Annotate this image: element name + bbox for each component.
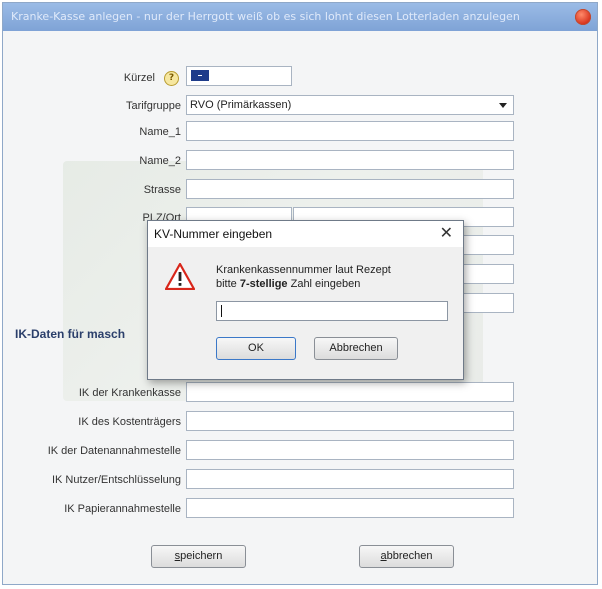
ik-papier-input[interactable] — [186, 498, 514, 518]
close-icon[interactable] — [575, 9, 591, 25]
title-bar: Kranke-Kasse anlegen - nur der Herrgott … — [3, 3, 597, 31]
kv-number-dialog: KV-Nummer eingeben ✕ Krankenkassennummer… — [147, 220, 464, 380]
name2-input[interactable] — [186, 150, 514, 170]
dialog-message-line1: Krankenkassennummer laut Rezept — [216, 264, 391, 276]
ik-kostentraeger-label: IK des Kostenträgers — [78, 416, 181, 428]
name1-label: Name_1 — [139, 126, 181, 138]
name2-label: Name_2 — [139, 155, 181, 167]
ik-papier-label: IK Papierannahmestelle — [64, 503, 181, 515]
tarifgruppe-label: Tarifgruppe — [125, 100, 181, 112]
ok-button[interactable]: OK — [216, 337, 296, 360]
dialog-message: Krankenkassennummer laut Rezept bitte 7-… — [216, 263, 391, 291]
ik-nutzer-label: IK Nutzer/Entschlüsselung — [51, 474, 181, 486]
section-ik-heading: IK-Daten für masch — [15, 327, 126, 341]
strasse-label: Strasse — [143, 184, 181, 196]
ik-krankenkasse-label: IK der Krankenkasse — [78, 387, 181, 399]
ik-datenannahme-input[interactable] — [186, 440, 514, 460]
tarifgruppe-value: RVO (Primärkassen) — [190, 99, 292, 111]
help-icon[interactable]: ? — [164, 71, 179, 86]
save-button[interactable]: speichern — [151, 545, 246, 568]
kuerzel-label: Kürzel — [123, 72, 155, 84]
kuerzel-input[interactable] — [186, 66, 292, 86]
dialog-message-line2: bitte 7-stellige Zahl eingeben — [216, 278, 361, 290]
kv-number-input[interactable] — [216, 301, 448, 321]
close-icon[interactable]: ✕ — [440, 224, 453, 244]
ik-kostentraeger-input[interactable] — [186, 411, 514, 431]
kuerzel-selection — [191, 70, 209, 81]
text-caret — [221, 305, 222, 317]
chevron-down-icon — [499, 103, 507, 108]
dialog-title-bar: KV-Nummer eingeben ✕ — [148, 221, 463, 247]
dialog-cancel-button[interactable]: Abbrechen — [314, 337, 398, 360]
name1-input[interactable] — [186, 121, 514, 141]
window-title: Kranke-Kasse anlegen - nur der Herrgott … — [11, 10, 520, 23]
cancel-button[interactable]: abbrechen — [359, 545, 454, 568]
dialog-title: KV-Nummer eingeben — [154, 227, 273, 241]
ik-datenannahme-label: IK der Datenannahmestelle — [47, 445, 181, 457]
tarifgruppe-select[interactable]: RVO (Primärkassen) — [186, 95, 514, 115]
strasse-input[interactable] — [186, 179, 514, 199]
warning-icon — [165, 263, 195, 290]
ik-nutzer-input[interactable] — [186, 469, 514, 489]
ik-krankenkasse-input[interactable] — [186, 382, 514, 402]
